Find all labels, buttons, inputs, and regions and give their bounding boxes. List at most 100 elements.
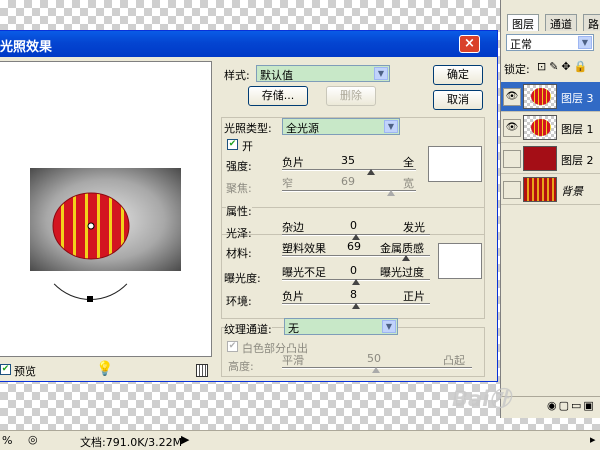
blend-mode-select[interactable]: 正常 ▼ — [506, 34, 594, 51]
style-select[interactable]: 默认值 ▼ — [256, 65, 390, 82]
material-label: 材料: — [226, 247, 252, 260]
ambience-label: 环境: — [226, 295, 252, 308]
intensity-slider-track[interactable] — [282, 169, 416, 171]
height-min: 平滑 — [282, 354, 304, 367]
eye-toggle-empty[interactable] — [503, 181, 521, 199]
ambience-value: 8 — [350, 288, 357, 301]
texture-channel-label: 纹理通道: — [224, 321, 272, 337]
lock-label: 锁定: — [504, 63, 530, 76]
exposure-slider-thumb[interactable] — [352, 279, 360, 285]
tab-paths[interactable]: 路 — [583, 14, 600, 31]
layer-name: 图层 3 — [561, 92, 594, 105]
status-arrow-icon[interactable]: ▶ — [181, 433, 189, 446]
intensity-label: 强度: — [226, 160, 252, 173]
layers-panel: 图层 通道 路 正常 ▼ 锁定: ⊡✎✥🔒 👁 图层 3 👁 图层 1 图层 2… — [500, 0, 600, 418]
layer-tool-icons[interactable]: ◉▢▭▣ — [547, 399, 596, 412]
gloss-value: 0 — [350, 219, 357, 232]
blend-mode-value: 正常 — [510, 38, 532, 51]
dialog-title: 光照效果 — [0, 40, 53, 55]
light-on-checkbox[interactable]: ✔ — [227, 139, 238, 150]
tab-channels[interactable]: 通道 — [545, 14, 577, 31]
lighting-effects-dialog: 光照效果 × ✔ 预览 💡 样式: 默认值 ▼ 存储... 删除 确定 取消 光… — [0, 30, 498, 382]
layer-row[interactable]: 👁 图层 1 — [501, 113, 600, 143]
exposure-value: 0 — [350, 264, 357, 277]
trash-icon[interactable] — [196, 364, 208, 377]
style-select-value: 默认值 — [260, 69, 293, 82]
ok-button[interactable]: 确定 — [433, 65, 483, 85]
document-info: 文档:791.0K/3.22M — [80, 436, 183, 449]
ambience-slider-thumb[interactable] — [352, 303, 360, 309]
preview-checkbox[interactable]: ✔ — [0, 364, 11, 375]
lantern-thumbnail — [531, 119, 551, 136]
light-type-value: 全光源 — [286, 122, 319, 135]
style-label: 样式: — [224, 69, 250, 82]
eye-icon[interactable]: 👁 — [503, 88, 521, 106]
delete-style-button[interactable]: 删除 — [326, 86, 376, 106]
gloss-label: 光泽: — [226, 227, 252, 240]
intensity-slider-thumb[interactable] — [367, 169, 375, 175]
focus-max: 宽 — [403, 177, 414, 190]
layer-thumbnail — [523, 115, 557, 140]
status-bar: % ◎ 文档:791.0K/3.22M ▶ ▸ — [0, 430, 600, 450]
light-radius-ellipse[interactable] — [38, 190, 143, 300]
light-type-select[interactable]: 全光源 ▼ — [282, 118, 400, 135]
save-style-button[interactable]: 存储... — [248, 86, 308, 106]
ambience-max: 正片 — [403, 290, 425, 303]
lock-icons[interactable]: ⊡✎✥🔒 — [537, 60, 590, 73]
light-type-label: 光照类型: — [224, 122, 272, 135]
layers-toolbar: ◉▢▭▣ — [501, 396, 600, 414]
material-min: 塑料效果 — [282, 242, 326, 255]
layer-row[interactable]: 图层 2 — [501, 144, 600, 174]
white-high-checkbox[interactable]: ✔ — [227, 341, 238, 352]
texture-channel-select[interactable]: 无 ▼ — [284, 318, 398, 335]
gloss-max: 发光 — [403, 221, 425, 234]
tab-layers[interactable]: 图层 — [507, 14, 539, 31]
intensity-min: 负片 — [282, 156, 304, 169]
height-slider-thumb[interactable] — [372, 367, 380, 373]
eye-icon[interactable]: 👁 — [503, 119, 521, 137]
intensity-value: 35 — [341, 154, 355, 167]
light-on-label: 开 — [242, 140, 253, 153]
light-color-swatch[interactable] — [428, 146, 482, 182]
exposure-label: 曝光度: — [224, 272, 261, 285]
intensity-max: 全 — [403, 156, 414, 169]
zoom-value: % — [2, 434, 13, 447]
lightbulb-icon[interactable]: 💡 — [96, 361, 113, 377]
exposure-min: 曝光不足 — [282, 266, 326, 279]
dialog-titlebar[interactable]: 光照效果 × — [0, 31, 497, 57]
lantern-thumbnail — [531, 88, 551, 105]
focus-min: 窄 — [282, 177, 293, 190]
layer-name: 图层 1 — [561, 123, 594, 136]
material-slider-thumb[interactable] — [402, 255, 410, 261]
layers-tabs: 图层 通道 路 — [501, 14, 600, 31]
focus-slider-track[interactable] — [282, 190, 416, 192]
preview-label: 预览 — [14, 365, 36, 378]
eye-toggle-empty[interactable] — [503, 150, 521, 168]
layer-row[interactable]: 👁 图层 3 — [501, 82, 600, 112]
focus-slider-thumb[interactable] — [387, 190, 395, 196]
layer-name: 图层 2 — [561, 154, 594, 167]
close-button[interactable]: × — [459, 35, 480, 53]
chevron-down-icon: ▼ — [578, 36, 592, 49]
texture-channel-value: 无 — [288, 322, 299, 335]
chevron-down-icon: ▼ — [382, 320, 396, 333]
light-handle[interactable] — [87, 296, 93, 302]
layer-name: 背景 — [561, 185, 583, 198]
material-max: 金属质感 — [380, 242, 424, 255]
scroll-right-icon[interactable]: ▸ — [590, 433, 596, 446]
layer-row[interactable]: 背景 — [501, 175, 600, 205]
focus-value: 69 — [341, 175, 355, 188]
layer-thumbnail — [523, 84, 557, 109]
ambience-color-swatch[interactable] — [438, 243, 482, 279]
preview-controls: ✔ 预览 💡 — [0, 361, 212, 379]
layer-thumbnail — [523, 146, 557, 171]
ambience-min: 负片 — [282, 290, 304, 303]
status-nav-icon[interactable]: ◎ — [28, 433, 38, 446]
height-label: 高度: — [228, 360, 254, 373]
gloss-min: 杂边 — [282, 221, 304, 234]
exposure-max: 曝光过度 — [380, 266, 424, 279]
properties-label: 属性: — [226, 203, 252, 219]
height-value: 50 — [367, 352, 381, 365]
cancel-button[interactable]: 取消 — [433, 90, 483, 110]
height-max: 凸起 — [443, 354, 465, 367]
